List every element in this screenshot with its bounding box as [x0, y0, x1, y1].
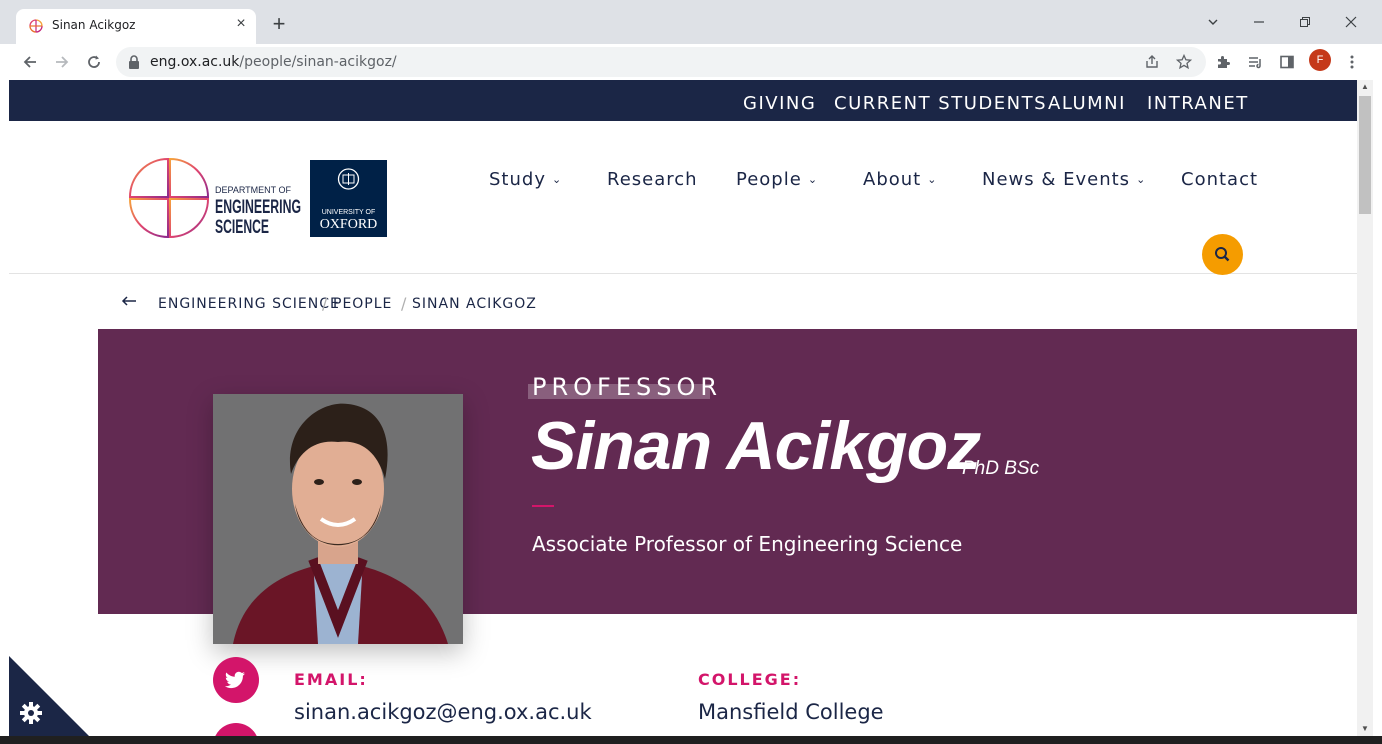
url-text: eng.ox.ac.uk/people/sinan-acikgoz/	[150, 54, 397, 70]
twitter-button[interactable]	[213, 657, 259, 703]
profile-photo	[213, 394, 463, 644]
nav-news-events-label: News & Events	[982, 169, 1131, 190]
logo-uni-line1: UNIVERSITY OF	[322, 209, 376, 216]
college-label: COLLEGE:	[698, 670, 802, 689]
tab-close-icon[interactable]: ×	[232, 15, 250, 33]
browser-toolbar: eng.ox.ac.uk/people/sinan-acikgoz/ F	[0, 44, 1382, 80]
breadcrumb-separator: /	[401, 294, 408, 313]
breadcrumb-current: SINAN ACIKGOZ	[412, 296, 537, 312]
logo-dept-line2: ENGINEERING	[215, 197, 301, 218]
nav-people-label: People	[736, 169, 802, 190]
email-link[interactable]: sinan.acikgoz@eng.ox.ac.uk	[294, 700, 592, 724]
logo-uni-line2: OXFORD	[320, 217, 378, 232]
new-tab-button[interactable]: +	[268, 13, 290, 36]
page-scrollbar[interactable]: ▲ ▼	[1357, 80, 1373, 736]
scroll-thumb[interactable]	[1359, 96, 1371, 214]
profile-job-title: Associate Professor of Engineering Scien…	[532, 532, 963, 556]
search-button[interactable]	[1202, 234, 1243, 275]
accent-divider	[532, 505, 554, 507]
chevron-down-icon: ⌄	[551, 173, 563, 186]
favicon-icon	[29, 19, 43, 33]
lock-icon	[129, 55, 139, 69]
tab-search-chevron-icon[interactable]	[1198, 10, 1228, 34]
kebab-menu-icon[interactable]	[1340, 50, 1364, 74]
breadcrumb-engineering-science[interactable]: ENGINEERING SCIENCE	[158, 296, 340, 312]
media-queue-icon[interactable]	[1243, 50, 1267, 74]
extensions-icon[interactable]	[1211, 50, 1235, 74]
bookmark-star-icon[interactable]	[1172, 50, 1196, 74]
minimize-icon[interactable]	[1244, 10, 1274, 34]
close-window-icon[interactable]	[1336, 10, 1366, 34]
profile-role: PROFESSOR	[532, 373, 723, 401]
gear-icon	[20, 702, 42, 724]
email-label: EMAIL:	[294, 670, 368, 689]
nav-news-events[interactable]: News & Events ⌄	[982, 169, 1146, 190]
nav-contact[interactable]: Contact	[1181, 169, 1258, 190]
back-icon[interactable]	[18, 50, 42, 74]
breadcrumb-separator: /	[322, 294, 329, 313]
chevron-down-icon: ⌄	[927, 173, 938, 186]
giving-link[interactable]: GIVING	[743, 93, 816, 114]
tab-title: Sinan Acikgoz	[52, 18, 136, 32]
department-logo[interactable]: DEPARTMENT OF ENGINEERING SCIENCE UNIVER…	[128, 157, 388, 239]
nav-about-label: About	[863, 169, 922, 190]
logo-dept-line1: DEPARTMENT OF	[215, 185, 292, 195]
intranet-link[interactable]: INTRANET	[1147, 93, 1249, 114]
back-arrow-icon[interactable]	[121, 293, 137, 313]
browser-tab[interactable]: Sinan Acikgoz ×	[16, 9, 256, 44]
college-value: Mansfield College	[698, 700, 884, 724]
forward-icon[interactable]	[50, 50, 74, 74]
tab-strip: Sinan Acikgoz × +	[0, 0, 1382, 44]
cookie-settings-button[interactable]	[9, 656, 89, 736]
nav-study[interactable]: Study ⌄	[489, 169, 562, 190]
chevron-down-icon: ⌄	[1136, 173, 1147, 186]
nav-contact-label: Contact	[1181, 169, 1259, 190]
chevron-down-icon: ⌄	[807, 173, 819, 186]
engineering-logo-icon: DEPARTMENT OF ENGINEERING SCIENCE UNIVER…	[128, 157, 387, 239]
url-host: eng.ox.ac.uk	[150, 54, 240, 70]
nav-people[interactable]: People ⌄	[736, 169, 818, 190]
search-icon	[1215, 247, 1230, 262]
reload-icon[interactable]	[82, 50, 106, 74]
taskbar	[0, 736, 1382, 744]
utility-bar: GIVING CURRENT STUDENTS ALUMNI INTRANET	[9, 80, 1357, 121]
main-header: DEPARTMENT OF ENGINEERING SCIENCE UNIVER…	[9, 121, 1357, 275]
twitter-icon	[224, 671, 245, 689]
scroll-down-icon[interactable]: ▼	[1357, 722, 1373, 736]
browser-window: Sinan Acikgoz × + eng.ox.ac.uk/people/si…	[0, 0, 1382, 744]
page-viewport: GIVING CURRENT STUDENTS ALUMNI INTRANET	[9, 80, 1357, 736]
profile-qualifications: PhD BSc	[962, 458, 1040, 479]
address-bar[interactable]: eng.ox.ac.uk/people/sinan-acikgoz/	[116, 47, 1206, 77]
restore-icon[interactable]	[1290, 10, 1320, 34]
scroll-up-icon[interactable]: ▲	[1357, 80, 1373, 94]
alumni-link[interactable]: ALUMNI	[1048, 93, 1126, 114]
side-panel-icon[interactable]	[1275, 50, 1299, 74]
social-button[interactable]	[213, 723, 259, 736]
nav-research-label: Research	[607, 169, 698, 190]
profile-name: Sinan Acikgoz	[531, 408, 981, 484]
nav-about[interactable]: About ⌄	[863, 169, 937, 190]
breadcrumb-people[interactable]: PEOPLE	[333, 296, 392, 312]
logo-dept-line3: SCIENCE	[215, 217, 269, 238]
current-students-link[interactable]: CURRENT STUDENTS	[834, 93, 1047, 114]
nav-research[interactable]: Research	[607, 169, 698, 190]
profile-avatar[interactable]: F	[1309, 49, 1331, 71]
url-path: /people/sinan-acikgoz/	[239, 54, 397, 70]
share-icon[interactable]	[1140, 50, 1164, 74]
nav-study-label: Study	[489, 169, 546, 190]
